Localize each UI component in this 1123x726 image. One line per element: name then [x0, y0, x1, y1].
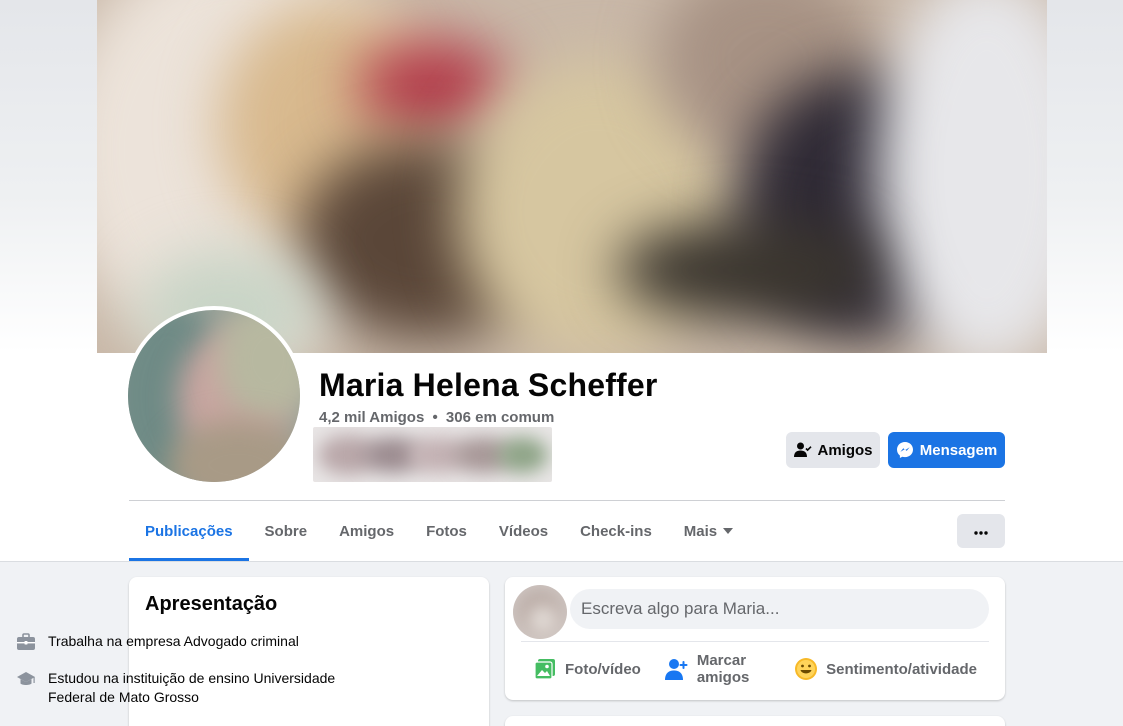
tab-sobre[interactable]: Sobre	[249, 501, 324, 561]
cover-photo[interactable]	[97, 0, 1047, 353]
facebook-profile-page: Maria Helena Scheffer 4,2 mil Amigos • 3…	[0, 0, 1123, 726]
tag-friends-button[interactable]: Marcar amigos	[653, 652, 782, 686]
feeling-activity-button[interactable]: Sentimento/atividade	[782, 657, 989, 681]
composer-actions: Foto/vídeo Marcar amigos Sentimento/ativ…	[521, 649, 989, 689]
feeling-activity-label: Sentimento/atividade	[826, 660, 977, 678]
tab-check-ins[interactable]: Check-ins	[564, 501, 668, 561]
tab-amigos[interactable]: Amigos	[323, 501, 410, 561]
friends-button-label: Amigos	[817, 441, 873, 459]
person-check-icon	[793, 442, 812, 458]
separator-dot: •	[432, 409, 438, 426]
tab-publicacoes[interactable]: Publicações	[129, 501, 249, 561]
tab-label: Sobre	[264, 522, 308, 540]
briefcase-icon	[16, 632, 36, 652]
caret-down-icon	[723, 528, 734, 534]
posts-filter-card	[505, 716, 1005, 726]
photo-icon	[533, 657, 557, 681]
friends-button[interactable]: Amigos	[786, 432, 880, 468]
photo-video-button[interactable]: Foto/vídeo	[521, 657, 653, 681]
post-composer-input[interactable]: Escreva algo para Maria...	[570, 589, 989, 629]
tab-mais[interactable]: Mais	[668, 501, 749, 561]
profile-tabs: Publicações Sobre Amigos Fotos Vídeos Ch…	[129, 501, 749, 561]
tab-fotos[interactable]: Fotos	[410, 501, 483, 561]
intro-work-item: Trabalha na empresa Advogado criminal	[16, 632, 346, 652]
message-button-label: Mensagem	[919, 441, 998, 459]
intro-title: Apresentação	[145, 593, 278, 615]
friends-count-line[interactable]: 4,2 mil Amigos • 306 em comum	[319, 408, 554, 428]
tab-label: Fotos	[426, 522, 467, 540]
tab-videos[interactable]: Vídeos	[483, 501, 564, 561]
tag-friends-label: Marcar amigos	[696, 652, 750, 686]
friend-avatars-row[interactable]	[313, 427, 552, 482]
messenger-icon	[896, 441, 914, 459]
graduation-cap-icon	[16, 669, 36, 689]
mutual-friends[interactable]: 306 em comum	[446, 409, 554, 426]
tab-label: Publicações	[145, 522, 233, 540]
tab-label: Check-ins	[580, 522, 652, 540]
profile-name: Maria Helena Scheffer	[319, 367, 658, 403]
tag-person-icon	[664, 657, 689, 681]
friends-count[interactable]: 4,2 mil Amigos	[319, 409, 424, 426]
post-composer-card: Escreva algo para Maria... Foto/vídeo Ma…	[505, 577, 1005, 700]
composer-divider	[521, 641, 989, 642]
more-options-button[interactable]	[957, 514, 1005, 548]
tab-label: Mais	[683, 522, 718, 540]
tab-label: Amigos	[339, 522, 395, 540]
message-button[interactable]: Mensagem	[888, 432, 1005, 468]
profile-avatar[interactable]	[124, 306, 304, 486]
composer-placeholder: Escreva algo para Maria...	[581, 599, 780, 618]
profile-header: Maria Helena Scheffer 4,2 mil Amigos • 3…	[0, 0, 1123, 562]
user-avatar[interactable]	[513, 585, 567, 639]
intro-education-text: Estudou na instituição de ensino Univers…	[48, 670, 336, 705]
tab-label: Vídeos	[498, 522, 549, 540]
intro-work-text: Trabalha na empresa Advogado criminal	[48, 633, 299, 649]
ellipsis-icon	[974, 522, 988, 540]
intro-education-item: Estudou na instituição de ensino Univers…	[16, 669, 346, 707]
smiley-icon	[794, 657, 818, 681]
photo-video-label: Foto/vídeo	[565, 660, 641, 678]
